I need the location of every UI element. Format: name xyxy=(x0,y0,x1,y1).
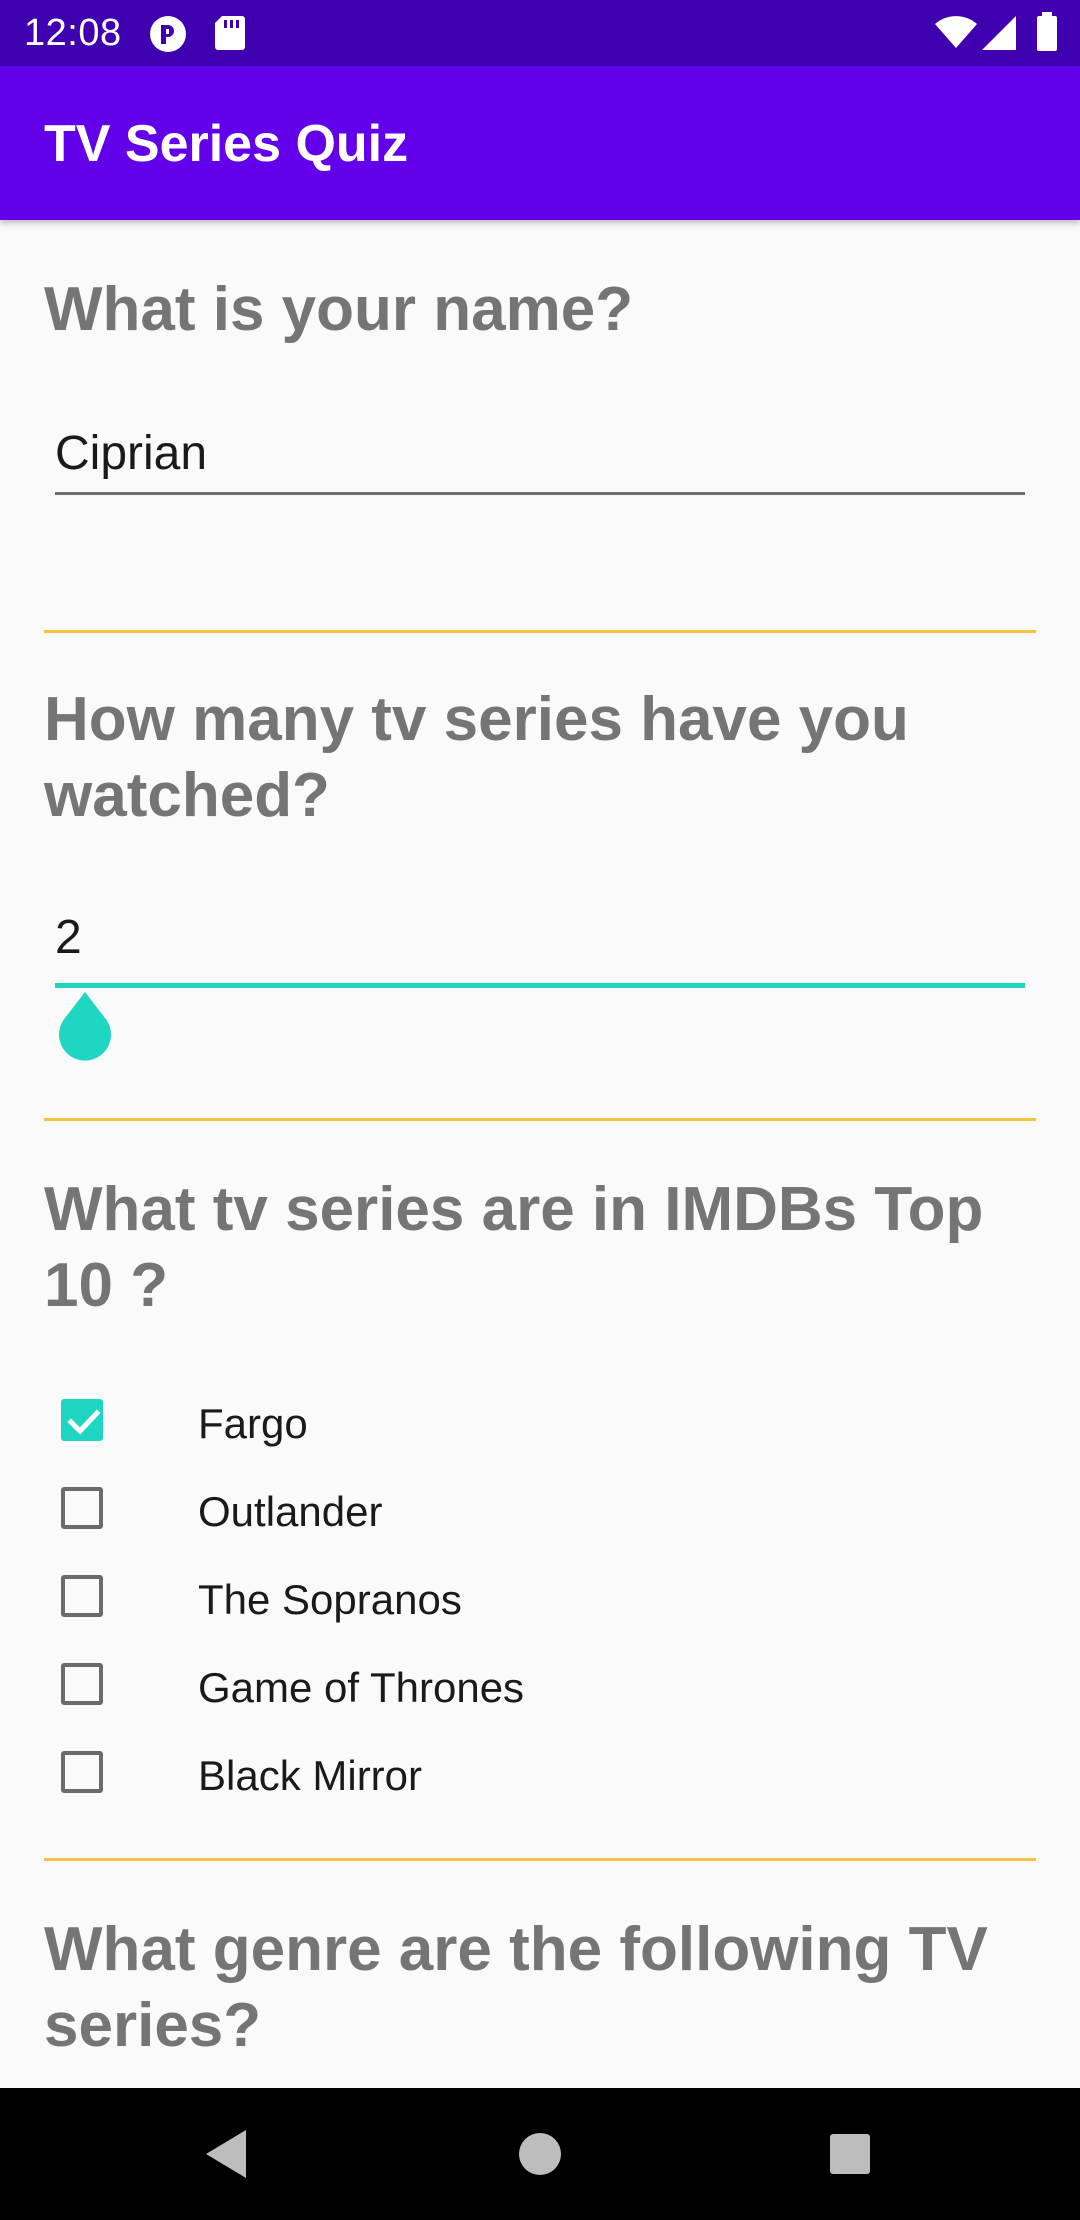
navigation-bar xyxy=(0,2088,1080,2220)
checkbox-unchecked-icon[interactable] xyxy=(61,1575,103,1617)
checkbox-label: Black Mirror xyxy=(198,1752,423,1799)
question-count-label: How many tv series have you watched? xyxy=(44,685,909,830)
checkbox-fargo[interactable]: Fargo xyxy=(44,1382,1034,1470)
quiz-scroll-content[interactable]: What is your name? How many tv series ha… xyxy=(0,220,1080,2088)
wifi-icon xyxy=(934,16,978,55)
checkbox-label: Game of Thrones xyxy=(198,1664,525,1711)
checkbox-unchecked-icon[interactable] xyxy=(61,1751,103,1793)
slider-thumb-icon[interactable] xyxy=(57,992,113,1062)
checkbox-black-mirror[interactable]: Black Mirror xyxy=(44,1734,1034,1822)
checkbox-label: Fargo xyxy=(198,1400,308,1447)
divider xyxy=(44,1118,1036,1121)
back-icon[interactable] xyxy=(198,2122,254,2191)
home-icon[interactable] xyxy=(512,2122,568,2191)
checkbox-label: The Sopranos xyxy=(198,1576,462,1623)
app-title: TV Series Quiz xyxy=(44,115,409,173)
question-genre-label: What genre are the following TV series? xyxy=(44,1915,988,2060)
sd-card-icon xyxy=(214,14,246,57)
checkbox-unchecked-icon[interactable] xyxy=(61,1663,103,1705)
checkbox-checked-icon[interactable] xyxy=(61,1399,103,1441)
series-count-slider[interactable] xyxy=(55,983,1025,988)
checkbox-the-sopranos[interactable]: The Sopranos xyxy=(44,1558,1034,1646)
recents-icon[interactable] xyxy=(822,2122,878,2191)
divider xyxy=(44,630,1036,633)
question-top10-label: What tv series are in IMDBs Top 10 ? xyxy=(44,1175,984,1320)
name-field[interactable] xyxy=(55,415,1025,495)
series-count-value: 2 xyxy=(55,911,82,964)
app-bar: TV Series Quiz xyxy=(0,66,1080,220)
status-bar: 12:08 xyxy=(0,0,1080,66)
checkbox-label: Outlander xyxy=(198,1488,383,1535)
battery-icon xyxy=(1036,12,1058,57)
divider xyxy=(44,1858,1036,1861)
checkbox-outlander[interactable]: Outlander xyxy=(44,1470,1034,1558)
checkbox-unchecked-icon[interactable] xyxy=(61,1487,103,1529)
cell-signal-icon xyxy=(982,16,1018,55)
question-name-label: What is your name? xyxy=(44,275,634,344)
notification-app-icon xyxy=(148,14,188,59)
checkbox-game-of-thrones[interactable]: Game of Thrones xyxy=(44,1646,1034,1734)
status-time: 12:08 xyxy=(24,12,122,54)
